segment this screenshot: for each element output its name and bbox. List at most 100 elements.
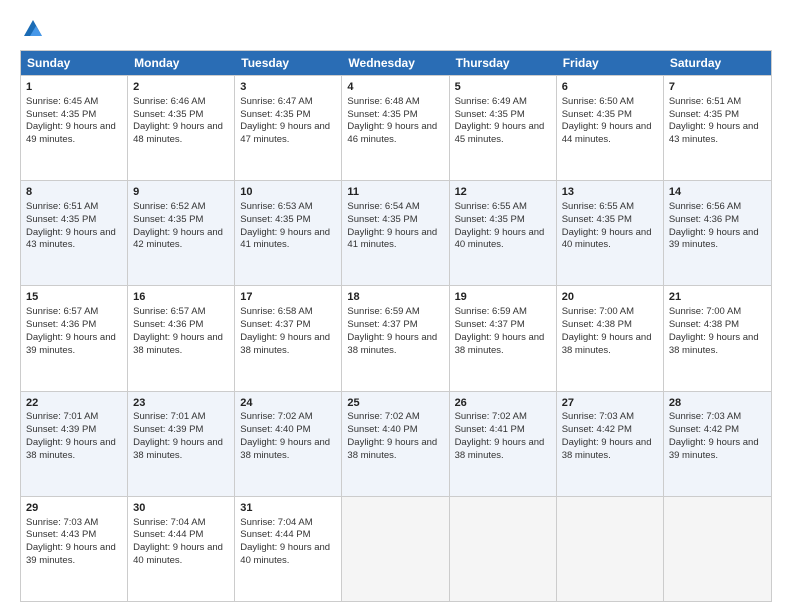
daylight-31: Daylight: 9 hours and 40 minutes.	[240, 542, 330, 566]
day-cell-23: 23Sunrise: 7:01 AM Sunset: 4:39 PM Dayligh…	[128, 392, 235, 496]
day-number-18: 18	[347, 290, 443, 305]
sunrise-12: Sunrise: 6:55 AM	[455, 201, 527, 212]
sunrise-22: Sunrise: 7:01 AM	[26, 411, 98, 422]
sunset-8: Sunset: 4:35 PM	[26, 214, 96, 225]
sunset-24: Sunset: 4:40 PM	[240, 424, 310, 435]
day-number-5: 5	[455, 80, 551, 95]
day-cell-11: 11Sunrise: 6:54 AMSunset: 4:35 PMDayligh…	[342, 181, 449, 285]
sunset-9: Sunset: 4:35 PM	[133, 214, 203, 225]
sunset-20: Sunset: 4:38 PM	[562, 319, 632, 330]
calendar-row-5: 29Sunrise: 7:03 AMSunset: 4:43 PMDayligh…	[21, 496, 771, 601]
sunrise-11: Sunrise: 6:54 AM	[347, 201, 419, 212]
day-cell-22: 22Sunrise: 7:01 AM Sunset: 4:39 PM Dayligh…	[21, 392, 128, 496]
daylight-24: Daylight: 9 hours and 38 minutes.	[240, 437, 330, 461]
day-number-2: 2	[133, 80, 229, 95]
day-cell-1: 1Sunrise: 6:45 AMSunset: 4:35 PMDaylight…	[21, 76, 128, 180]
day-number-3: 3	[240, 80, 336, 95]
sunrise-25: Sunrise: 7:02 AM	[347, 411, 419, 422]
daylight-10: Daylight: 9 hours and 41 minutes.	[240, 227, 330, 251]
sunrise-2: Sunrise: 6:46 AM	[133, 96, 205, 107]
sunset-23: Sunset: 4:39 PM	[133, 424, 203, 435]
sunset-27: Sunset: 4:42 PM	[562, 424, 632, 435]
sunset-31: Sunset: 4:44 PM	[240, 529, 310, 540]
day-number-14: 14	[669, 185, 766, 200]
daylight-17: Daylight: 9 hours and 38 minutes.	[240, 332, 330, 356]
day-number-28: 28	[669, 396, 766, 411]
sunset-18: Sunset: 4:37 PM	[347, 319, 417, 330]
day-cell-6: 6Sunrise: 6:50 AM Sunset: 4:35 PMDaylight…	[557, 76, 664, 180]
sunrise-8: Sunrise: 6:51 AM	[26, 201, 98, 212]
sunrise-6: Sunrise: 6:50 AM	[562, 96, 634, 107]
daylight-6: Daylight: 9 hours and 44 minutes.	[562, 121, 652, 145]
sunset-30: Sunset: 4:44 PM	[133, 529, 203, 540]
sunset-28: Sunset: 4:42 PM	[669, 424, 739, 435]
day-cell-18: 18Sunrise: 6:59 AMSunset: 4:37 PMDayligh…	[342, 286, 449, 390]
logo-icon	[22, 18, 44, 40]
day-cell-19: 19Sunrise: 6:59 AMSunset: 4:37 PMDayligh…	[450, 286, 557, 390]
daylight-9: Daylight: 9 hours and 42 minutes.	[133, 227, 223, 251]
day-cell-9: 9Sunrise: 6:52 AMSunset: 4:35 PMDaylight…	[128, 181, 235, 285]
day-cell-14: 14Sunrise: 6:56 AM Sunset: 4:36 PM Dayligh…	[664, 181, 771, 285]
calendar: SundayMondayTuesdayWednesdayThursdayFrid…	[20, 50, 772, 602]
daylight-16: Daylight: 9 hours and 38 minutes.	[133, 332, 223, 356]
header-day-sunday: Sunday	[21, 51, 128, 75]
day-number-4: 4	[347, 80, 443, 95]
sunrise-27: Sunrise: 7:03 AM	[562, 411, 634, 422]
day-cell-2: 2Sunrise: 6:46 AMSunset: 4:35 PMDaylight…	[128, 76, 235, 180]
day-number-29: 29	[26, 501, 122, 516]
sunrise-9: Sunrise: 6:52 AM	[133, 201, 205, 212]
daylight-22: Daylight: 9 hours and 38 minutes.	[26, 437, 116, 461]
sunrise-18: Sunrise: 6:59 AM	[347, 306, 419, 317]
sunrise-23: Sunrise: 7:01 AM	[133, 411, 205, 422]
day-number-15: 15	[26, 290, 122, 305]
day-number-22: 22	[26, 396, 122, 411]
day-number-11: 11	[347, 185, 443, 200]
daylight-23: Daylight: 9 hours and 38 minutes.	[133, 437, 223, 461]
sunrise-13: Sunrise: 6:55 AM	[562, 201, 634, 212]
sunset-7: Sunset: 4:35 PM	[669, 109, 739, 120]
sunset-14: Sunset: 4:36 PM	[669, 214, 739, 225]
daylight-4: Daylight: 9 hours and 46 minutes.	[347, 121, 437, 145]
header-day-saturday: Saturday	[664, 51, 771, 75]
day-number-1: 1	[26, 80, 122, 95]
page: SundayMondayTuesdayWednesdayThursdayFrid…	[0, 0, 792, 612]
daylight-1: Daylight: 9 hours and 49 minutes.	[26, 121, 116, 145]
sunset-21: Sunset: 4:38 PM	[669, 319, 739, 330]
sunset-22: Sunset: 4:39 PM	[26, 424, 96, 435]
sunrise-24: Sunrise: 7:02 AM	[240, 411, 312, 422]
day-number-23: 23	[133, 396, 229, 411]
day-cell-25: 25Sunrise: 7:02 AMSunset: 4:40 PMDayligh…	[342, 392, 449, 496]
daylight-21: Daylight: 9 hours and 38 minutes.	[669, 332, 759, 356]
empty-cell	[342, 497, 449, 601]
sunrise-10: Sunrise: 6:53 AM	[240, 201, 312, 212]
day-number-19: 19	[455, 290, 551, 305]
empty-cell	[557, 497, 664, 601]
sunrise-14: Sunrise: 6:56 AM	[669, 201, 741, 212]
day-cell-10: 10Sunrise: 6:53 AMSunset: 4:35 PMDayligh…	[235, 181, 342, 285]
sunset-13: Sunset: 4:35 PM	[562, 214, 632, 225]
sunrise-21: Sunrise: 7:00 AM	[669, 306, 741, 317]
day-cell-7: 7Sunrise: 6:51 AMSunset: 4:35 PMDaylight…	[664, 76, 771, 180]
sunset-6: Sunset: 4:35 PM	[562, 109, 632, 120]
sunrise-29: Sunrise: 7:03 AM	[26, 517, 98, 528]
sunset-1: Sunset: 4:35 PM	[26, 109, 96, 120]
day-number-6: 6	[562, 80, 658, 95]
sunrise-16: Sunrise: 6:57 AM	[133, 306, 205, 317]
day-number-10: 10	[240, 185, 336, 200]
sunset-12: Sunset: 4:35 PM	[455, 214, 525, 225]
sunrise-31: Sunrise: 7:04 AM	[240, 517, 312, 528]
sunset-17: Sunset: 4:37 PM	[240, 319, 310, 330]
calendar-row-1: 1Sunrise: 6:45 AMSunset: 4:35 PMDaylight…	[21, 75, 771, 180]
daylight-8: Daylight: 9 hours and 43 minutes.	[26, 227, 116, 251]
sunset-26: Sunset: 4:41 PM	[455, 424, 525, 435]
day-cell-30: 30Sunrise: 7:04 AMSunset: 4:44 PMDayligh…	[128, 497, 235, 601]
day-cell-29: 29Sunrise: 7:03 AMSunset: 4:43 PMDayligh…	[21, 497, 128, 601]
day-cell-26: 26Sunrise: 7:02 AMSunset: 4:41 PMDayligh…	[450, 392, 557, 496]
daylight-26: Daylight: 9 hours and 38 minutes.	[455, 437, 545, 461]
sunrise-7: Sunrise: 6:51 AM	[669, 96, 741, 107]
day-cell-8: 8Sunrise: 6:51 AMSunset: 4:35 PMDaylight…	[21, 181, 128, 285]
sunset-11: Sunset: 4:35 PM	[347, 214, 417, 225]
daylight-14: Daylight: 9 hours and 39 minutes.	[669, 227, 759, 251]
daylight-27: Daylight: 9 hours and 38 minutes.	[562, 437, 652, 461]
empty-cell	[450, 497, 557, 601]
